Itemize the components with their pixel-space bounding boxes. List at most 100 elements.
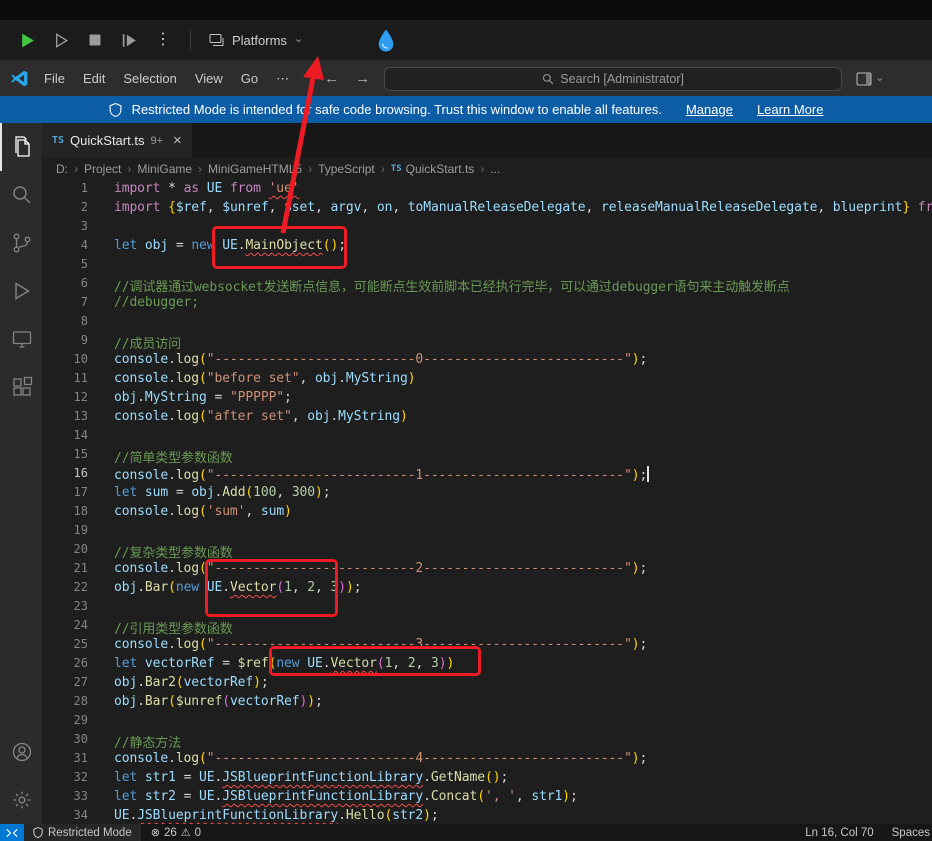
- line-number: 31: [42, 751, 88, 770]
- code-line-33[interactable]: 33let str2 = UE.JSBlueprintFunctionLibra…: [42, 789, 932, 808]
- code-text: UE.JSBlueprintFunctionLibrary.Hello(str2…: [88, 808, 932, 824]
- line-number: 34: [42, 808, 88, 824]
- code-line-15[interactable]: 15//简单类型参数函数: [42, 447, 932, 466]
- menu-item-edit[interactable]: Edit: [74, 67, 114, 91]
- typescript-file-icon: TS: [52, 135, 64, 146]
- breadcrumb-item[interactable]: MiniGame: [137, 162, 192, 176]
- code-line-3[interactable]: 3: [42, 219, 932, 238]
- manage-link[interactable]: Manage: [686, 102, 733, 117]
- activity-run-debug[interactable]: [0, 267, 42, 315]
- remote-icon: [6, 828, 18, 838]
- activity-explorer[interactable]: [0, 123, 42, 171]
- code-line-24[interactable]: 24//引用类型参数函数: [42, 618, 932, 637]
- code-text: [88, 523, 932, 542]
- platforms-icon: [209, 33, 225, 47]
- code-line-12[interactable]: 12obj.MyString = "PPPPP";: [42, 390, 932, 409]
- code-line-28[interactable]: 28obj.Bar($unref(vectorRef));: [42, 694, 932, 713]
- code-line-30[interactable]: 30//静态方法: [42, 732, 932, 751]
- code-line-34[interactable]: 34UE.JSBlueprintFunctionLibrary.Hello(st…: [42, 808, 932, 824]
- breadcrumb-item[interactable]: ...: [490, 162, 500, 176]
- line-number: 28: [42, 694, 88, 713]
- learn-more-link[interactable]: Learn More: [757, 102, 823, 117]
- breadcrumb-item[interactable]: TSQuickStart.ts: [391, 162, 475, 176]
- search-input[interactable]: Search [Administrator]: [384, 67, 842, 91]
- code-line-5[interactable]: 5: [42, 257, 932, 276]
- code-line-7[interactable]: 7//debugger;: [42, 295, 932, 314]
- code-line-4[interactable]: 4let obj = new UE.MainObject();: [42, 238, 932, 257]
- problems-status[interactable]: ⊗ 26 ⚠ 0: [151, 824, 201, 841]
- code-line-25[interactable]: 25console.log("-------------------------…: [42, 637, 932, 656]
- code-text: console.log("--------------------------2…: [88, 561, 932, 580]
- debug-button[interactable]: [48, 27, 74, 53]
- line-number: 25: [42, 637, 88, 656]
- activity-source-control[interactable]: [0, 219, 42, 267]
- activity-bar: [0, 123, 42, 824]
- monitor-icon: [10, 327, 34, 351]
- code-line-6[interactable]: 6//调试器通过websocket发送断点信息，可能断点生效前脚本已经执行完毕，…: [42, 276, 932, 295]
- remote-indicator[interactable]: [0, 824, 24, 841]
- code-line-14[interactable]: 14: [42, 428, 932, 447]
- code-line-13[interactable]: 13console.log("after set", obj.MyString): [42, 409, 932, 428]
- line-number: 9: [42, 333, 88, 352]
- code-line-17[interactable]: 17let sum = obj.Add(100, 300);: [42, 485, 932, 504]
- menu-item-selection[interactable]: Selection: [114, 67, 185, 91]
- activity-remote-explorer[interactable]: [0, 315, 42, 363]
- code-line-9[interactable]: 9//成员访问: [42, 333, 932, 352]
- layout-toggle-button[interactable]: ⌄: [856, 72, 884, 86]
- stop-button[interactable]: [82, 27, 108, 53]
- forward-arrow-button[interactable]: →: [355, 70, 370, 87]
- code-text: console.log("--------------------------1…: [88, 466, 932, 485]
- restart-button[interactable]: [116, 27, 142, 53]
- code-line-27[interactable]: 27obj.Bar2(vectorRef);: [42, 675, 932, 694]
- menu-item-view[interactable]: View: [186, 67, 232, 91]
- line-number: 30: [42, 732, 88, 751]
- indentation-status[interactable]: Spaces: [892, 827, 930, 839]
- code-line-22[interactable]: 22obj.Bar(new UE.Vector(1, 2, 3));: [42, 580, 932, 599]
- tab-quickstart[interactable]: TS QuickStart.ts 9+ ×: [42, 123, 192, 158]
- search-icon: [542, 73, 554, 85]
- code-text: [88, 314, 932, 333]
- editor-group: TS QuickStart.ts 9+ × D:›Project›MiniGam…: [42, 123, 932, 824]
- code-line-8[interactable]: 8: [42, 314, 932, 333]
- activity-search[interactable]: [0, 171, 42, 219]
- line-number: 29: [42, 713, 88, 732]
- restricted-mode-status[interactable]: Restricted Mode: [24, 824, 141, 841]
- code-line-21[interactable]: 21console.log("-------------------------…: [42, 561, 932, 580]
- close-icon[interactable]: ×: [173, 132, 182, 149]
- code-line-11[interactable]: 11console.log("before set", obj.MyString…: [42, 371, 932, 390]
- code-line-29[interactable]: 29: [42, 713, 932, 732]
- code-text: import * as UE from 'ue': [88, 181, 932, 200]
- blue-drop-icon[interactable]: [375, 28, 397, 53]
- code-line-20[interactable]: 20//复杂类型参数函数: [42, 542, 932, 561]
- run-button[interactable]: [14, 27, 40, 53]
- more-actions-button[interactable]: ⋮: [150, 27, 176, 53]
- menu-item-file[interactable]: File: [35, 67, 74, 91]
- breadcrumb-item[interactable]: MiniGameHTML5: [208, 162, 302, 176]
- cursor-position-status[interactable]: Ln 16, Col 70: [805, 827, 873, 839]
- code-text: console.log("--------------------------0…: [88, 352, 932, 371]
- code-line-31[interactable]: 31console.log("-------------------------…: [42, 751, 932, 770]
- code-line-19[interactable]: 19: [42, 523, 932, 542]
- line-number: 22: [42, 580, 88, 599]
- breadcrumb-item[interactable]: Project: [84, 162, 121, 176]
- activity-extensions[interactable]: [0, 363, 42, 411]
- code-editor[interactable]: 1import * as UE from 'ue'2import {$ref, …: [42, 180, 932, 824]
- breadcrumb-item[interactable]: TypeScript: [318, 162, 375, 176]
- code-line-10[interactable]: 10console.log("-------------------------…: [42, 352, 932, 371]
- back-arrow-button[interactable]: ←: [324, 70, 339, 87]
- code-line-1[interactable]: 1import * as UE from 'ue': [42, 181, 932, 200]
- code-line-18[interactable]: 18console.log('sum', sum): [42, 504, 932, 523]
- settings-button[interactable]: [0, 776, 42, 824]
- menu-item-go[interactable]: Go: [232, 67, 267, 91]
- account-button[interactable]: [0, 728, 42, 776]
- breadcrumb-item[interactable]: D:: [56, 162, 68, 176]
- menu-item-more[interactable]: ⋯: [267, 67, 298, 91]
- line-number: 21: [42, 561, 88, 580]
- code-line-16[interactable]: 16console.log("-------------------------…: [42, 466, 932, 485]
- platforms-dropdown[interactable]: Platforms ⌄: [203, 29, 309, 52]
- code-line-23[interactable]: 23: [42, 599, 932, 618]
- code-line-2[interactable]: 2import {$ref, $unref, $set, argv, on, t…: [42, 200, 932, 219]
- code-line-26[interactable]: 26let vectorRef = $ref(new UE.Vector(1, …: [42, 656, 932, 675]
- code-line-32[interactable]: 32let str1 = UE.JSBlueprintFunctionLibra…: [42, 770, 932, 789]
- line-number: 26: [42, 656, 88, 675]
